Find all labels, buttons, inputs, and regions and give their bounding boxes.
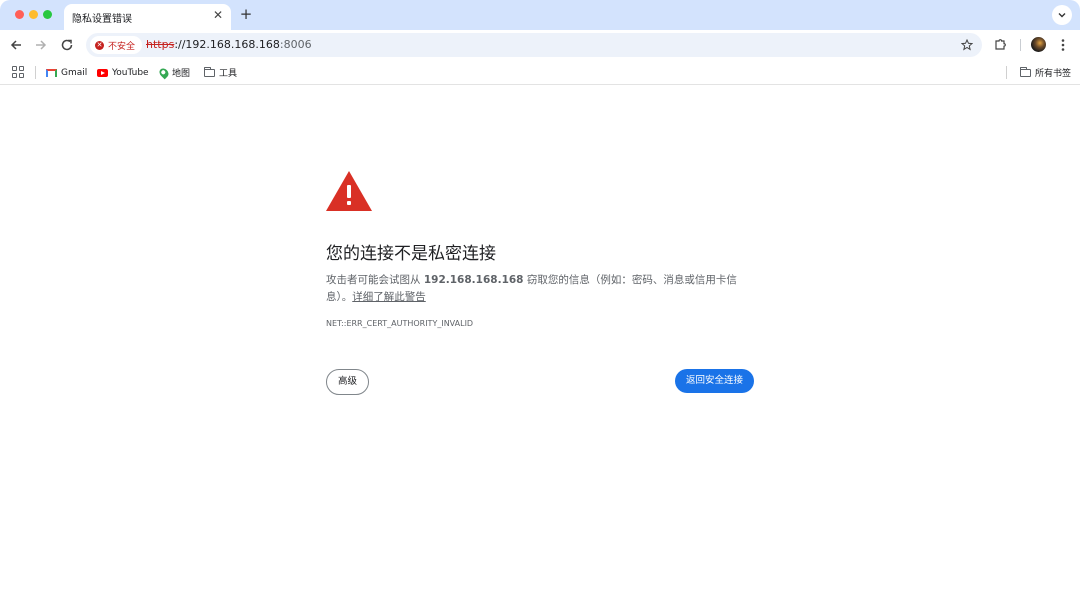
url-port: :8006 <box>279 38 312 51</box>
window-zoom-button[interactable] <box>43 10 52 19</box>
tab-search-button[interactable] <box>1052 5 1072 25</box>
page-title: 您的连接不是私密连接 <box>326 244 496 264</box>
bookmark-gmail[interactable]: Gmail <box>46 65 87 80</box>
bookmark-folder-tools[interactable]: 工具 <box>204 65 237 80</box>
back-button[interactable] <box>7 36 25 54</box>
bookmarks-bar: Gmail YouTube 地图 工具 所有书签 <box>0 60 1080 85</box>
youtube-icon <box>97 68 108 77</box>
tab-strip: 隐私设置错误 ✕ + <box>0 0 1080 30</box>
bookmarks-divider <box>1006 66 1007 79</box>
reload-icon <box>61 39 73 51</box>
bookmark-label: 地图 <box>172 69 191 79</box>
bookmark-label: Gmail <box>61 67 88 78</box>
learn-more-link[interactable]: 详细了解此警告 <box>352 291 426 303</box>
url-host: ://192.168.168.168 <box>174 38 280 51</box>
error-code: NET::ERR_CERT_AUTHORITY_INVALID <box>326 319 474 328</box>
bookmark-label: 工具 <box>219 69 238 79</box>
window-minimize-button[interactable] <box>29 10 38 19</box>
security-chip-label: 不安全 <box>108 41 136 52</box>
warning-triangle-icon <box>326 171 372 211</box>
advanced-button[interactable]: 高级 <box>326 369 369 395</box>
bookmarks-divider <box>35 66 36 79</box>
chevron-down-icon <box>1058 13 1066 18</box>
address-bar[interactable]: ✕ 不安全 https://192.168.168.168:8006 <box>86 33 982 57</box>
bookmark-maps[interactable]: 地图 <box>157 65 191 80</box>
maps-pin-icon <box>157 66 171 79</box>
kebab-menu-icon[interactable] <box>1057 36 1069 54</box>
not-secure-icon: ✕ <box>95 40 104 50</box>
folder-icon <box>1020 66 1031 77</box>
arrow-left-icon <box>10 40 21 50</box>
tab-close-icon[interactable]: ✕ <box>211 8 225 22</box>
url-scheme: https <box>146 38 175 51</box>
profile-avatar[interactable] <box>1031 37 1046 52</box>
window-close-button[interactable] <box>15 10 24 19</box>
description-prefix: 攻击者可能会试图从 <box>326 274 424 286</box>
puzzle-icon <box>994 39 1006 50</box>
url-text[interactable]: https://192.168.168.168:8006 <box>146 38 312 51</box>
target-host: 192.168.168.168 <box>423 274 524 286</box>
tab-active[interactable]: 隐私设置错误 ✕ <box>64 4 231 30</box>
bookmark-label: YouTube <box>112 67 149 78</box>
back-to-safety-button[interactable]: 返回安全连接 <box>675 369 754 393</box>
new-tab-button[interactable]: + <box>238 5 254 23</box>
bookmark-youtube[interactable]: YouTube <box>97 65 149 80</box>
tab-title: 隐私设置错误 <box>72 14 132 25</box>
reload-button[interactable] <box>58 36 76 54</box>
warning-description: 攻击者可能会试图从 192.168.168.168 窃取您的信息（例如：密码、消… <box>326 272 738 306</box>
forward-button[interactable] <box>32 36 50 54</box>
toolbar: ✕ 不安全 https://192.168.168.168:8006 <box>0 30 1080 60</box>
gmail-icon <box>46 68 57 77</box>
extensions-button[interactable] <box>991 36 1009 54</box>
arrow-right-icon <box>36 40 47 50</box>
folder-icon <box>204 66 215 77</box>
star-icon <box>960 38 974 51</box>
bookmark-star-button[interactable] <box>958 35 976 55</box>
all-bookmarks-button[interactable]: 所有书签 <box>1020 65 1071 80</box>
toolbar-divider <box>1020 39 1021 51</box>
all-bookmarks-label: 所有书签 <box>1035 69 1072 79</box>
security-chip[interactable]: ✕ 不安全 <box>90 36 143 54</box>
apps-grid-icon[interactable] <box>12 66 24 78</box>
